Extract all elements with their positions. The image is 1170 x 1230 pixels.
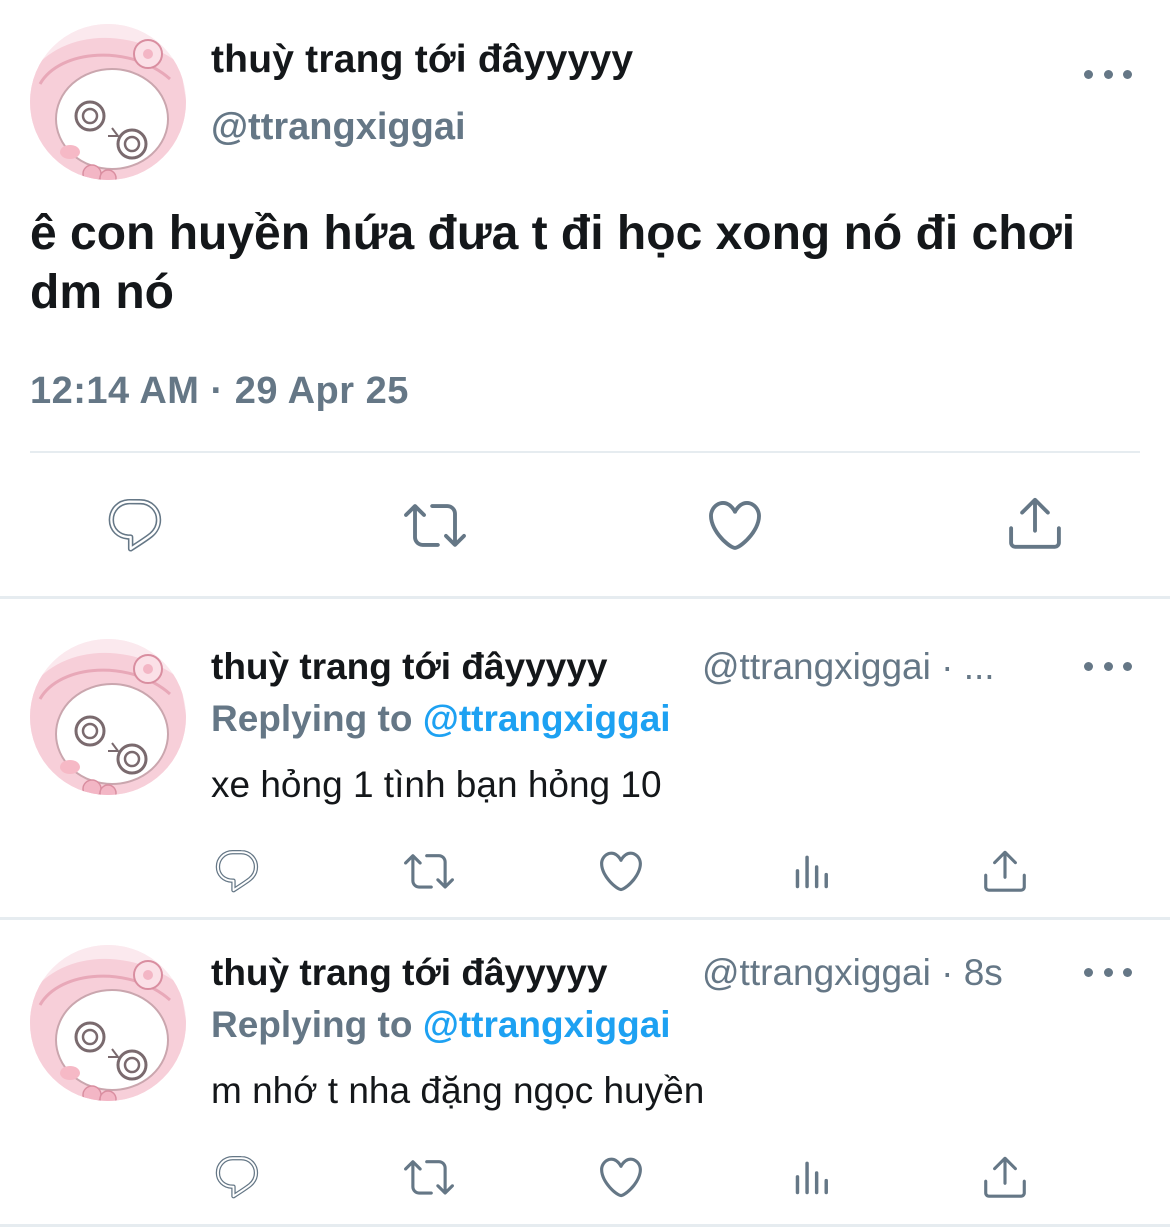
divider	[0, 596, 1170, 599]
like-button[interactable]	[596, 1152, 646, 1202]
share-icon	[980, 1152, 1030, 1202]
avatar-image	[30, 639, 186, 795]
share-button[interactable]	[980, 846, 1030, 896]
reply-icon	[104, 494, 166, 556]
reply-icon	[212, 846, 262, 896]
reply-display-name[interactable]: thuỳ trang tới đâyyyyy	[211, 952, 607, 994]
reply-icon	[212, 1152, 262, 1202]
divider	[0, 917, 1170, 920]
tweet-timestamp[interactable]: 12:14 AM · 29 Apr 25	[30, 370, 409, 413]
more-options-icon[interactable]	[1084, 64, 1132, 84]
analytics-button[interactable]	[790, 848, 836, 894]
retweet-button[interactable]	[402, 494, 468, 556]
avatar[interactable]	[30, 945, 186, 1101]
retweet-button[interactable]	[402, 846, 456, 896]
retweet-icon	[402, 1152, 456, 1202]
like-button[interactable]	[704, 494, 766, 556]
tweet-text: ê con huyền hứa đưa t đi học xong nó đi …	[30, 207, 1076, 319]
more-options-icon[interactable]	[1084, 962, 1132, 982]
share-button[interactable]	[1004, 492, 1066, 554]
analytics-icon	[790, 848, 836, 894]
share-icon	[980, 846, 1030, 896]
like-icon	[596, 1152, 646, 1202]
reply-text: m nhớ t nha đặng ngọc huyền	[211, 1070, 705, 1111]
display-name[interactable]: thuỳ trang tới đâyyyyy	[211, 38, 633, 82]
share-icon	[1004, 492, 1066, 554]
avatar-image	[30, 945, 186, 1101]
replying-to: Replying to @ttrangxiggai	[211, 698, 671, 740]
reply-button[interactable]	[212, 846, 262, 896]
replying-to: Replying to @ttrangxiggai	[211, 1004, 671, 1046]
divider	[0, 1224, 1170, 1227]
replying-to-mention[interactable]: @ttrangxiggai	[423, 1004, 671, 1045]
avatar[interactable]	[30, 639, 186, 795]
reply-display-name[interactable]: thuỳ trang tới đâyyyyy	[211, 646, 607, 688]
replying-to-mention[interactable]: @ttrangxiggai	[423, 698, 671, 739]
analytics-button[interactable]	[790, 1154, 836, 1200]
replying-to-label: Replying to	[211, 698, 413, 739]
like-icon	[704, 494, 766, 556]
like-button[interactable]	[596, 846, 646, 896]
analytics-icon	[790, 1154, 836, 1200]
divider	[30, 451, 1140, 453]
retweet-icon	[402, 846, 456, 896]
reply-button[interactable]	[212, 1152, 262, 1202]
more-options-icon[interactable]	[1084, 656, 1132, 676]
user-handle[interactable]: @ttrangxiggai	[211, 106, 466, 149]
reply-text: xe hỏng 1 tình bạn hỏng 10	[211, 764, 662, 805]
replying-to-label: Replying to	[211, 1004, 413, 1045]
retweet-icon	[402, 494, 468, 556]
like-icon	[596, 846, 646, 896]
share-button[interactable]	[980, 1152, 1030, 1202]
avatar[interactable]	[30, 24, 186, 180]
avatar-image	[30, 24, 186, 180]
reply-handle-meta[interactable]: @ttrangxiggai · ...	[702, 646, 995, 688]
retweet-button[interactable]	[402, 1152, 456, 1202]
reply-handle-meta[interactable]: @ttrangxiggai · 8s	[702, 952, 1003, 994]
reply-button[interactable]	[104, 494, 166, 556]
